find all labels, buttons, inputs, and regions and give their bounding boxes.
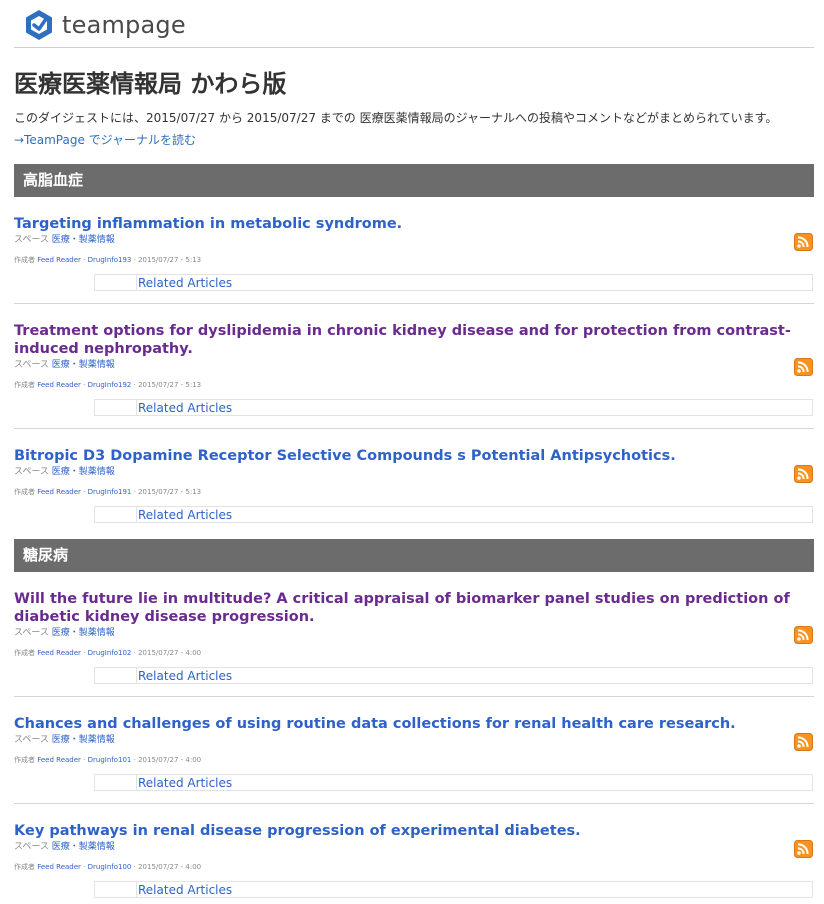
related-articles-link[interactable]: Related Articles <box>138 776 232 790</box>
related-articles-box: Related Articles <box>94 881 813 898</box>
teampage-logo-icon[interactable] <box>24 9 54 41</box>
related-articles-link[interactable]: Related Articles <box>138 669 232 683</box>
logo-wordmark[interactable]: teampage <box>62 11 186 39</box>
author-label: 作成者 <box>14 863 35 871</box>
article-title-link[interactable]: Key pathways in renal disease progressio… <box>14 822 809 840</box>
article-item: Treatment options for dyslipidemia in ch… <box>14 322 814 416</box>
rss-feed-icon[interactable] <box>794 733 813 751</box>
author-label: 作成者 <box>14 649 35 657</box>
related-articles-box: Related Articles <box>94 667 813 684</box>
meta-line: 作成者 Feed Reader · DrugInfo102 · 2015/07/… <box>14 649 202 657</box>
meta-line: 作成者 Feed Reader · DrugInfo191 · 2015/07/… <box>14 488 202 496</box>
entry-id-link[interactable]: DrugInfo101 <box>88 756 132 764</box>
entry-id-link[interactable]: DrugInfo193 <box>88 256 132 264</box>
page-title: 医療医薬情報局 かわら版 <box>14 70 287 98</box>
related-articles-link[interactable]: Related Articles <box>138 883 232 897</box>
divider <box>14 696 814 697</box>
entry-id-link[interactable]: DrugInfo100 <box>88 863 132 871</box>
related-articles-box: Related Articles <box>94 774 813 791</box>
space-label: スペース <box>14 467 49 477</box>
related-articles-link[interactable]: Related Articles <box>138 401 232 415</box>
article-item: Key pathways in renal disease progressio… <box>14 822 814 898</box>
meta-line: 作成者 Feed Reader · DrugInfo100 · 2015/07/… <box>14 863 202 871</box>
author-label: 作成者 <box>14 488 35 496</box>
top-bar: teampage <box>14 0 814 48</box>
related-articles-box: Related Articles <box>94 274 813 291</box>
author-label: 作成者 <box>14 381 35 389</box>
space-link[interactable]: 医療・製薬情報 <box>52 628 115 638</box>
space-label: スペース <box>14 735 49 745</box>
section-header: 高脂血症 <box>14 164 814 197</box>
divider <box>14 428 814 429</box>
rss-feed-icon[interactable] <box>794 358 813 376</box>
article-title-link[interactable]: Will the future lie in multitude? A crit… <box>14 590 809 626</box>
entry-id-link[interactable]: DrugInfo102 <box>88 649 132 657</box>
author-link[interactable]: Feed Reader <box>37 381 81 389</box>
section-header: 糖尿病 <box>14 539 814 572</box>
meta-line: 作成者 Feed Reader · DrugInfo192 · 2015/07/… <box>14 381 202 389</box>
rss-feed-icon[interactable] <box>794 626 813 644</box>
related-articles-box: Related Articles <box>94 399 813 416</box>
space-line: スペース 医療・製薬情報 <box>14 841 814 853</box>
timestamp: 2015/07/27 - 5:13 <box>138 256 202 264</box>
timestamp: 2015/07/27 - 5:13 <box>138 381 202 389</box>
space-label: スペース <box>14 235 49 245</box>
timestamp: 2015/07/27 - 4:00 <box>138 756 202 764</box>
article-title-link[interactable]: Bitropic D3 Dopamine Receptor Selective … <box>14 447 809 465</box>
entry-id-link[interactable]: DrugInfo191 <box>88 488 132 496</box>
timestamp: 2015/07/27 - 4:00 <box>138 863 202 871</box>
space-line: スペース 医療・製薬情報 <box>14 627 814 639</box>
space-line: スペース 医療・製薬情報 <box>14 234 814 246</box>
meta-line: 作成者 Feed Reader · DrugInfo193 · 2015/07/… <box>14 256 202 264</box>
space-link[interactable]: 医療・製薬情報 <box>52 467 115 477</box>
timestamp: 2015/07/27 - 4:00 <box>138 649 202 657</box>
space-line: スペース 医療・製薬情報 <box>14 359 814 371</box>
related-articles-link[interactable]: Related Articles <box>138 508 232 522</box>
author-label: 作成者 <box>14 256 35 264</box>
author-link[interactable]: Feed Reader <box>37 256 81 264</box>
space-label: スペース <box>14 628 49 638</box>
space-line: スペース 医療・製薬情報 <box>14 466 814 478</box>
space-label: スペース <box>14 842 49 852</box>
author-label: 作成者 <box>14 756 35 764</box>
digest-page: teampage 医療医薬情報局 かわら版 このダイジェストには、2015/07… <box>0 0 824 904</box>
space-link[interactable]: 医療・製薬情報 <box>52 842 115 852</box>
meta-line: 作成者 Feed Reader · DrugInfo101 · 2015/07/… <box>14 756 202 764</box>
space-link[interactable]: 医療・製薬情報 <box>52 235 115 245</box>
timestamp: 2015/07/27 - 5:13 <box>138 488 202 496</box>
divider <box>14 303 814 304</box>
rss-feed-icon[interactable] <box>794 233 813 251</box>
author-link[interactable]: Feed Reader <box>37 756 81 764</box>
article-item: Targeting inflammation in metabolic synd… <box>14 215 814 291</box>
space-line: スペース 医療・製薬情報 <box>14 734 814 746</box>
article-item: Bitropic D3 Dopamine Receptor Selective … <box>14 447 814 523</box>
author-link[interactable]: Feed Reader <box>37 488 81 496</box>
entry-id-link[interactable]: DrugInfo192 <box>88 381 132 389</box>
author-link[interactable]: Feed Reader <box>37 649 81 657</box>
digest-intro: このダイジェストには、2015/07/27 から 2015/07/27 までの … <box>14 111 778 125</box>
read-journal-link[interactable]: →TeamPage でジャーナルを読む <box>14 131 196 148</box>
related-articles-link[interactable]: Related Articles <box>138 276 232 290</box>
article-item: Will the future lie in multitude? A crit… <box>14 590 814 684</box>
article-title-link[interactable]: Targeting inflammation in metabolic synd… <box>14 215 809 233</box>
author-link[interactable]: Feed Reader <box>37 863 81 871</box>
space-link[interactable]: 医療・製薬情報 <box>52 360 115 370</box>
space-label: スペース <box>14 360 49 370</box>
space-link[interactable]: 医療・製薬情報 <box>52 735 115 745</box>
article-title-link[interactable]: Chances and challenges of using routine … <box>14 715 809 733</box>
rss-feed-icon[interactable] <box>794 840 813 858</box>
article-item: Chances and challenges of using routine … <box>14 715 814 791</box>
rss-feed-icon[interactable] <box>794 465 813 483</box>
related-articles-box: Related Articles <box>94 506 813 523</box>
article-title-link[interactable]: Treatment options for dyslipidemia in ch… <box>14 322 809 358</box>
divider <box>14 803 814 804</box>
